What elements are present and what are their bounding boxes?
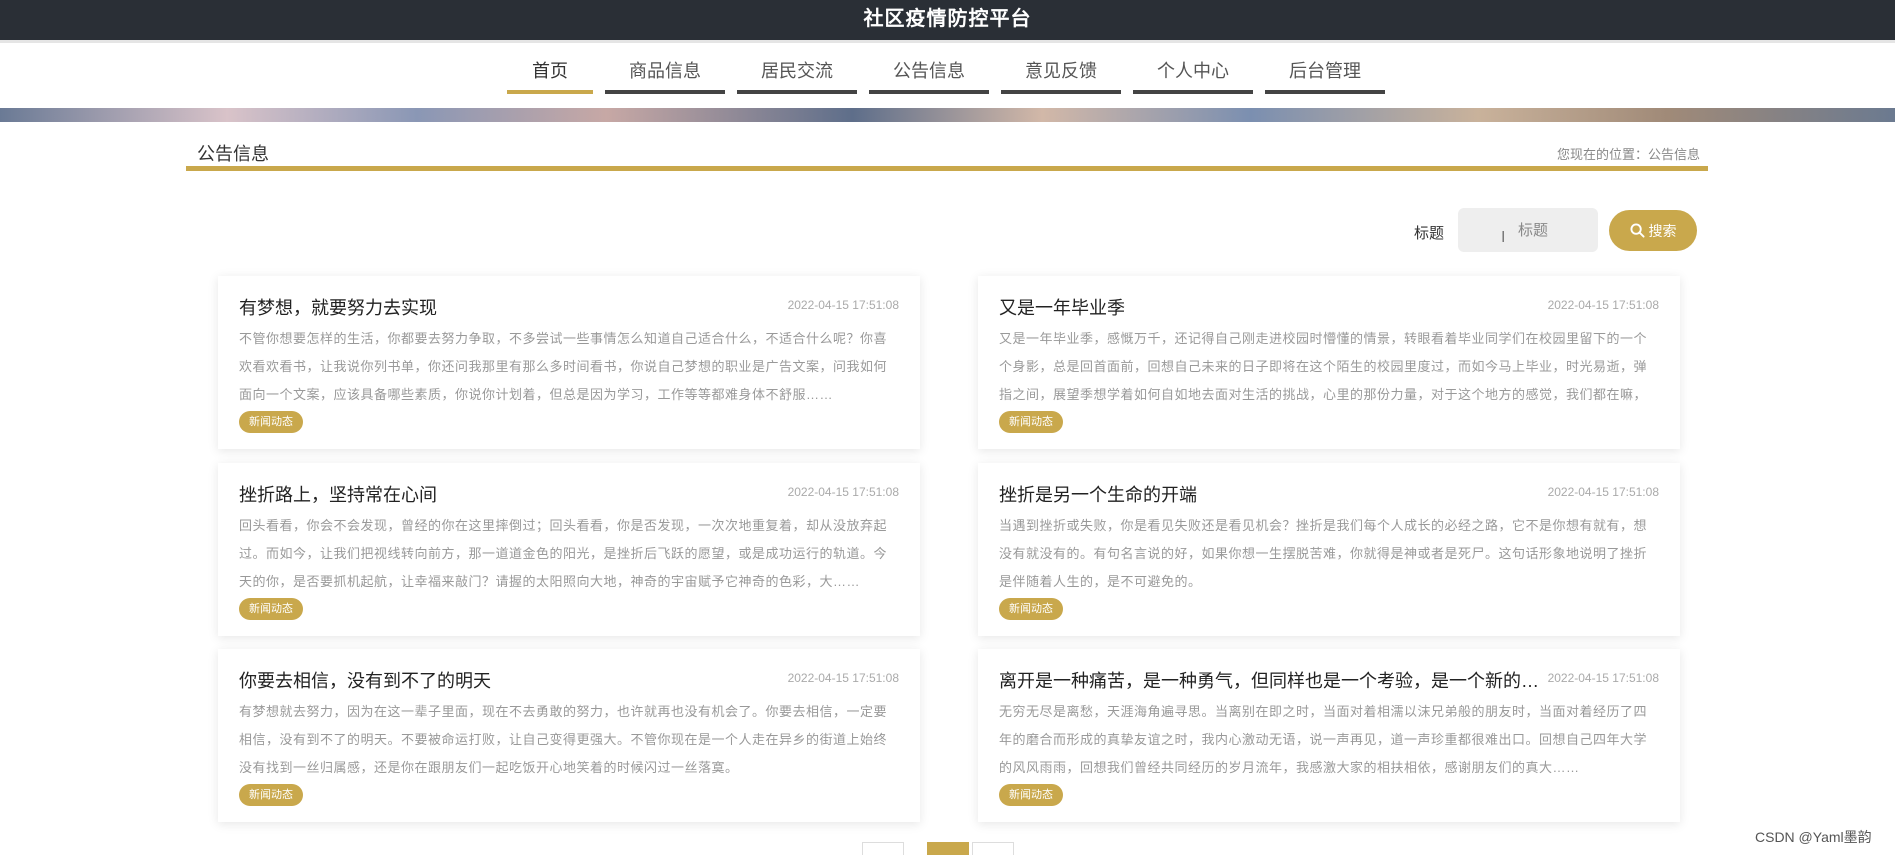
nav-item-feedback[interactable]: 意见反馈 (1001, 46, 1121, 96)
notice-tag: 新闻动态 (239, 784, 303, 806)
notice-tag: 新闻动态 (239, 411, 303, 433)
notice-card[interactable]: 有梦想，就要努力去实现 2022-04-15 17:51:08 不管你想要怎样的… (218, 276, 920, 449)
main-nav: 首页 商品信息 居民交流 公告信息 意见反馈 个人中心 后台管理 (507, 46, 1385, 100)
page-title: 公告信息 (197, 144, 269, 164)
pagination-prev-button[interactable] (862, 842, 904, 855)
nav-item-products[interactable]: 商品信息 (605, 46, 725, 96)
search-button[interactable]: 搜索 (1609, 210, 1697, 251)
pagination-next-button[interactable] (972, 842, 1014, 855)
notice-summary: 回头看看，你会不会发现，曾经的你在这里摔倒过；回头看看，你是否发现，一次次地重复… (239, 518, 888, 589)
search-label: 标题 (1414, 225, 1445, 242)
search-input[interactable] (1458, 208, 1598, 252)
search-icon (1629, 223, 1645, 238)
pagination-page-button[interactable] (927, 842, 969, 855)
notice-tag: 新闻动态 (999, 598, 1063, 620)
search-button-label: 搜索 (1648, 222, 1677, 239)
notice-title: 又是一年毕业季 (999, 298, 1125, 318)
notice-date: 2022-04-15 17:51:08 (1547, 485, 1659, 499)
nav-item-admin[interactable]: 后台管理 (1265, 46, 1385, 96)
nav-item-home[interactable]: 首页 (507, 46, 593, 96)
notice-date: 2022-04-15 17:51:08 (787, 298, 899, 312)
nav-item-announcements[interactable]: 公告信息 (869, 46, 989, 96)
site-title: 社区疫情防控平台 (863, 8, 1032, 30)
notice-title: 离开是一种痛苦，是一种勇气，但同样也是一个考验，是一个新的开始 (999, 671, 1539, 691)
notice-date: 2022-04-15 17:51:08 (787, 485, 899, 499)
notice-date: 2022-04-15 17:51:08 (1547, 671, 1659, 685)
notice-title: 挫折路上，坚持常在心间 (239, 485, 437, 505)
nav-item-resident-exchange[interactable]: 居民交流 (737, 46, 857, 96)
notice-card[interactable]: 离开是一种痛苦，是一种勇气，但同样也是一个考验，是一个新的开始 2022-04-… (978, 649, 1680, 822)
notice-tag: 新闻动态 (999, 411, 1063, 433)
header-divider (0, 40, 1895, 43)
text-cursor-icon: I (1501, 229, 1506, 246)
section-header: 公告信息 您现在的位置：公告信息 (186, 140, 1708, 171)
notice-summary: 有梦想就去努力，因为在这一辈子里面，现在不去勇敢的努力，也许就再也没有机会了。你… (239, 704, 888, 775)
notice-summary: 无穷无尽是离愁，天涯海角遍寻思。当离别在即之时，当面对着相濡以沫兄弟般的朋友时，… (999, 704, 1648, 775)
notice-card[interactable]: 又是一年毕业季 2022-04-15 17:51:08 又是一年毕业季，感慨万千… (978, 276, 1680, 449)
notice-summary: 当遇到挫折或失败，你是看见失败还是看见机会？挫折是我们每个人成长的必经之路，它不… (999, 518, 1648, 589)
notice-tag: 新闻动态 (239, 598, 303, 620)
app-header: 社区疫情防控平台 (0, 0, 1895, 40)
notice-date: 2022-04-15 17:51:08 (787, 671, 899, 685)
notice-date: 2022-04-15 17:51:08 (1547, 298, 1659, 312)
notice-tag: 新闻动态 (999, 784, 1063, 806)
breadcrumb: 您现在的位置：公告信息 (1556, 147, 1700, 162)
nav-item-profile[interactable]: 个人中心 (1133, 46, 1253, 96)
notice-summary: 不管你想要怎样的生活，你都要去努力争取，不多尝试一些事情怎么知道自己适合什么，不… (239, 331, 888, 402)
notice-summary: 又是一年毕业季，感慨万千，还记得自己刚走进校园时懵懂的情景，转眼看着毕业同学们在… (999, 331, 1648, 402)
watermark: CSDN @Yaml墨韵 (1755, 829, 1872, 845)
notice-title: 你要去相信，没有到不了的明天 (239, 671, 491, 691)
notice-card[interactable]: 挫折是另一个生命的开端 2022-04-15 17:51:08 当遇到挫折或失败… (978, 463, 1680, 636)
notice-card[interactable]: 你要去相信，没有到不了的明天 2022-04-15 17:51:08 有梦想就去… (218, 649, 920, 822)
banner-image (0, 108, 1895, 122)
notice-card[interactable]: 挫折路上，坚持常在心间 2022-04-15 17:51:08 回头看看，你会不… (218, 463, 920, 636)
notice-title: 挫折是另一个生命的开端 (999, 485, 1197, 505)
notice-title: 有梦想，就要努力去实现 (239, 298, 437, 318)
